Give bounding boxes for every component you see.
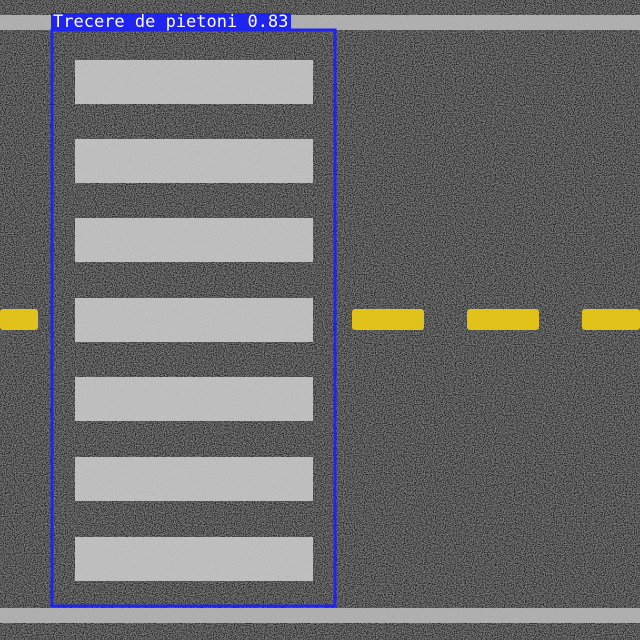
center-line-dash xyxy=(352,309,424,330)
crosswalk-stripe xyxy=(75,298,313,342)
detection-label: Trecere de pietoni 0.83 xyxy=(51,13,292,31)
center-line-dash xyxy=(582,309,640,330)
crosswalk-stripe xyxy=(75,537,313,581)
crosswalk-stripe xyxy=(75,139,313,183)
bottom-edge-line xyxy=(0,608,640,623)
crosswalk-stripe xyxy=(75,60,313,104)
center-line-dash xyxy=(467,309,539,330)
road-scene-image: Trecere de pietoni 0.83 xyxy=(0,0,640,640)
crosswalk-stripe xyxy=(75,457,313,501)
crosswalk-stripe xyxy=(75,218,313,262)
road-scene-svg xyxy=(0,0,640,640)
center-line-dash xyxy=(0,309,38,330)
crosswalk-stripe xyxy=(75,377,313,421)
